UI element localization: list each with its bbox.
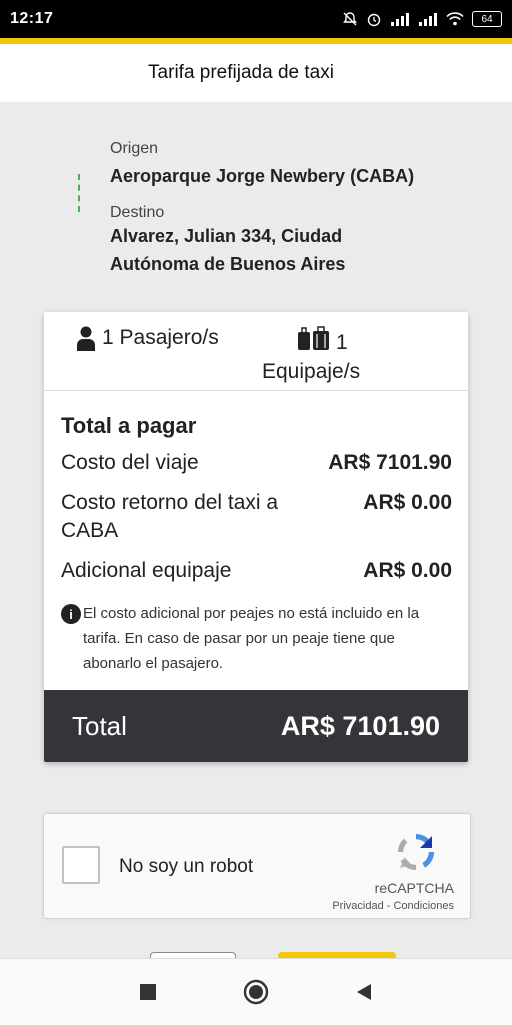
passengers: 1 Pasajero/s xyxy=(44,312,256,390)
wifi-icon xyxy=(446,12,464,26)
recaptcha-brand: reCAPTCHA xyxy=(374,880,454,896)
cost-value: AR$ 0.00 xyxy=(363,491,452,514)
trip-summary: 1 Pasajero/s 1 Equipaje/s xyxy=(44,312,468,391)
person-icon xyxy=(76,326,96,358)
passengers-text: 1 Pasajero/s xyxy=(102,326,219,349)
system-nav-bar xyxy=(0,958,512,1025)
luggage-label: Equipaje/s xyxy=(262,360,361,383)
signal-icon xyxy=(418,12,438,26)
route-connector xyxy=(78,174,80,212)
status-time: 12:17 xyxy=(10,10,54,27)
back-button[interactable] xyxy=(350,978,378,1006)
luggage-count: 1 xyxy=(336,330,348,354)
luggage-icon xyxy=(296,326,332,359)
route-info: Origen Aeroparque Jorge Newbery (CABA) D… xyxy=(110,140,490,278)
status-icons: 64 xyxy=(342,11,502,27)
total-bar: Total AR$ 7101.90 xyxy=(44,690,468,762)
triangle-back-icon xyxy=(357,984,371,1000)
luggage: 1 Equipaje/s xyxy=(256,312,468,390)
cost-value: AR$ 7101.90 xyxy=(328,451,452,474)
toll-note: i El costo adicional por peajes no está … xyxy=(61,601,452,680)
cost-row: Adicional equipaje AR$ 0.00 xyxy=(61,557,452,585)
toll-note-text: El costo adicional por peajes no está in… xyxy=(83,605,420,672)
app-header: Tarifa prefijada de taxi xyxy=(0,44,512,102)
destination-label: Destino xyxy=(110,204,165,221)
cost-breakdown: Total a pagar Costo del viaje AR$ 7101.9… xyxy=(44,391,468,690)
origin-label: Origen xyxy=(110,140,159,157)
cost-row: Costo retorno del taxi a CABA AR$ 0.00 xyxy=(61,489,452,545)
info-icon: i xyxy=(61,604,81,624)
page-title: Tarifa prefijada de taxi xyxy=(148,62,334,83)
circle-icon xyxy=(243,979,269,1005)
mute-icon xyxy=(342,11,358,27)
destination-value-line1: Alvarez, Julian 334, Ciudad xyxy=(110,226,343,246)
destination-value-line2: Autónoma de Buenos Aires xyxy=(110,254,346,274)
status-bar: 12:17 64 xyxy=(0,0,512,38)
battery-icon: 64 xyxy=(472,11,502,27)
fare-card: 1 Pasajero/s 1 Equipaje/s Total a pagar … xyxy=(44,312,468,762)
square-icon xyxy=(140,984,156,1000)
total-value: AR$ 7101.90 xyxy=(280,710,440,741)
recaptcha-links[interactable]: Privacidad - Condiciones xyxy=(332,900,454,912)
recaptcha-label: No soy un robot xyxy=(119,856,254,877)
cost-value: AR$ 0.00 xyxy=(363,559,452,582)
cost-label: Adicional equipaje xyxy=(61,559,232,582)
recaptcha-checkbox[interactable] xyxy=(62,846,100,884)
cost-heading: Total a pagar xyxy=(61,413,197,438)
cost-label: Costo del viaje xyxy=(61,451,199,474)
recents-button[interactable] xyxy=(134,978,162,1006)
origin-value: Aeroparque Jorge Newbery (CABA) xyxy=(110,166,415,186)
total-label: Total xyxy=(72,710,127,741)
cost-label: Costo retorno del taxi a CABA xyxy=(61,491,279,542)
recaptcha-widget: No soy un robot reCAPTCHA Privacidad - C… xyxy=(43,813,471,919)
cost-row: Costo del viaje AR$ 7101.90 xyxy=(61,449,452,477)
alarm-icon xyxy=(366,11,382,27)
signal-icon xyxy=(390,12,410,26)
home-button[interactable] xyxy=(242,978,270,1006)
recaptcha-logo-icon xyxy=(392,828,440,876)
